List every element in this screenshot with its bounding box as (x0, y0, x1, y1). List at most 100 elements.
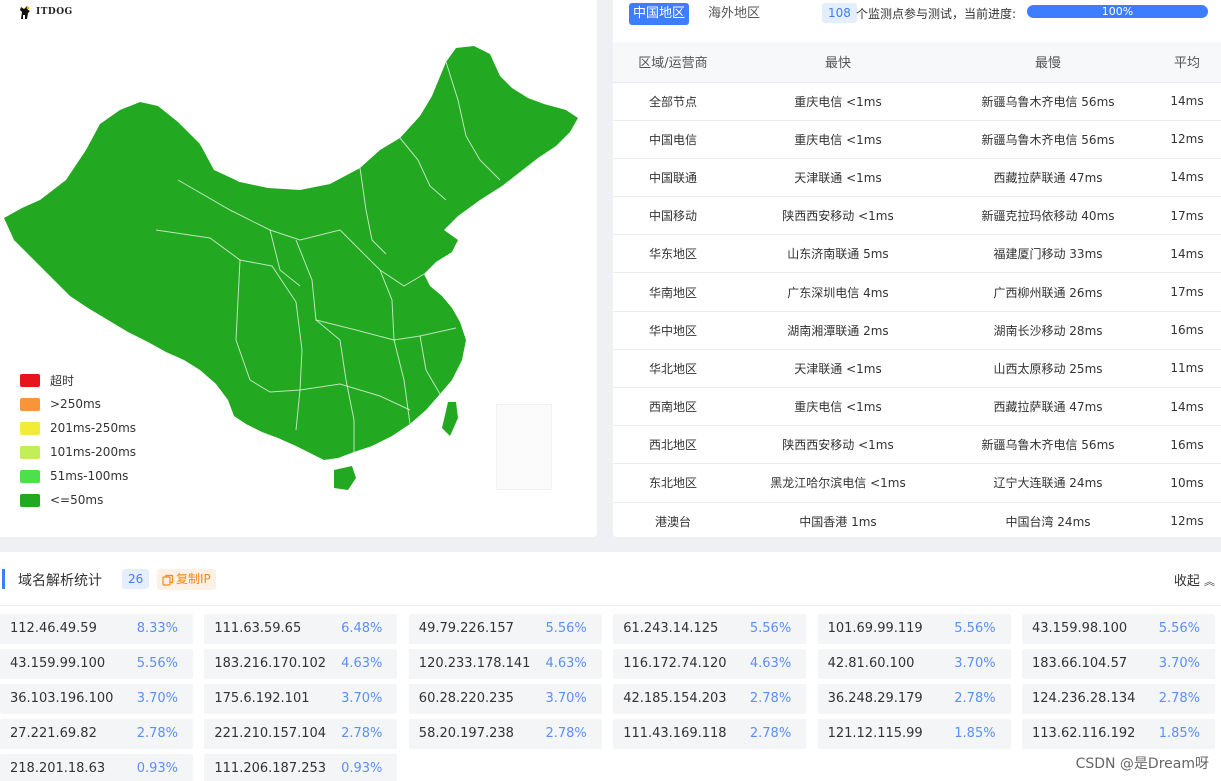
legend-item: 51ms-100ms (20, 464, 136, 488)
map-region-taiwan[interactable] (442, 402, 458, 436)
ip-item[interactable]: 183.216.170.102 4.63% (204, 649, 398, 679)
ip-address: 112.46.49.59 (10, 621, 97, 636)
ip-address: 27.221.69.82 (10, 726, 97, 741)
region-cell: 华南地区 (613, 272, 733, 312)
tab-china[interactable]: 中国地区 (629, 3, 690, 25)
table-row: 东北地区 黑龙江哈尔滨电信 <1ms 辽宁大连联通 24ms 10ms (613, 463, 1221, 503)
dns-count-badge: 26 (122, 569, 150, 589)
ip-percentage: 3.70% (341, 691, 383, 706)
ip-item[interactable]: 49.79.226.157 5.56% (408, 614, 602, 644)
ip-item[interactable]: 221.210.157.104 2.78% (204, 719, 398, 749)
region-cell: 中国移动 (613, 196, 733, 236)
ip-item[interactable]: 113.62.116.192 1.85% (1022, 719, 1215, 749)
table-row: 中国电信 重庆电信 <1ms 新疆乌鲁木齐电信 56ms 12ms (613, 120, 1221, 159)
logo: ITDOG (18, 4, 73, 20)
legend-item: 超时 (20, 368, 136, 392)
ip-address: 49.79.226.157 (418, 621, 514, 636)
fastest-cell: 重庆电信 <1ms (733, 387, 943, 427)
ip-percentage: 6.48% (341, 621, 383, 636)
section-accent-bar (2, 569, 5, 589)
monitor-progress-text: 个监测点参与测试，当前进度: (856, 7, 1017, 21)
ip-item[interactable]: 42.185.154.203 2.78% (613, 684, 807, 714)
ip-percentage: 5.56% (749, 621, 792, 636)
ip-address: 116.172.74.120 (623, 656, 727, 671)
ip-percentage: 2.78% (545, 726, 587, 741)
ip-address: 121.12.115.99 (827, 726, 923, 741)
ip-item[interactable]: 116.172.74.120 4.63% (613, 649, 807, 679)
legend-swatch (20, 397, 40, 411)
legend-swatch (20, 445, 40, 459)
ip-item[interactable]: 58.20.197.238 2.78% (408, 719, 602, 749)
region-cell: 中国电信 (613, 120, 733, 159)
legend-swatch (20, 421, 40, 435)
ip-percentage: 8.33% (136, 621, 178, 636)
ip-item[interactable]: 183.66.104.57 3.70% (1022, 649, 1215, 679)
slowest-cell: 西藏拉萨联通 47ms (943, 158, 1153, 198)
average-cell: 17ms (1153, 196, 1221, 236)
ip-percentage: 3.70% (136, 691, 178, 706)
average-cell: 14ms (1153, 82, 1221, 121)
ip-item[interactable]: 36.248.29.179 2.78% (817, 684, 1011, 714)
ip-address: 36.248.29.179 (827, 691, 923, 706)
map-panel: ITDOG 超时 >250ms 201ms-250ms 101ms-200ms … (0, 0, 597, 537)
logo-text: ITDOG (36, 7, 73, 17)
ip-item[interactable]: 111.63.59.65 6.48% (204, 614, 398, 644)
ip-address: 111.206.187.253 (214, 761, 327, 776)
ip-item[interactable]: 112.46.49.59 8.33% (0, 614, 193, 644)
ip-address: 42.81.60.100 (827, 656, 915, 671)
ip-item[interactable]: 111.206.187.253 0.93% (204, 754, 398, 781)
ip-item[interactable]: 111.43.169.118 2.78% (613, 719, 807, 749)
legend-label: 超时 (50, 373, 75, 388)
fastest-cell: 重庆电信 <1ms (733, 120, 943, 159)
table-row: 华北地区 天津联通 <1ms 山西太原移动 25ms 11ms (613, 349, 1221, 389)
ip-item[interactable]: 121.12.115.99 1.85% (817, 719, 1011, 749)
fastest-cell: 黑龙江哈尔滨电信 <1ms (733, 463, 943, 503)
copy-icon (162, 574, 174, 586)
average-cell: 17ms (1153, 272, 1221, 312)
average-cell: 14ms (1153, 387, 1221, 427)
ip-item[interactable]: 175.6.192.101 3.70% (204, 684, 398, 714)
ip-percentage: 5.56% (1158, 621, 1200, 636)
ip-item[interactable]: 43.159.98.100 5.56% (1022, 614, 1215, 644)
copy-ip-label: 复制IP (176, 572, 211, 586)
legend-swatch (20, 469, 40, 483)
stats-panel: 中国地区 海外地区 108 个监测点参与测试，当前进度: 100% 区域/运营商… (613, 0, 1221, 537)
region-cell: 华北地区 (613, 349, 733, 389)
ip-item[interactable]: 27.221.69.82 2.78% (0, 719, 193, 749)
ip-item[interactable]: 60.28.220.235 3.70% (408, 684, 602, 714)
ip-address: 111.43.169.118 (623, 726, 727, 741)
chevron-up-icon: ︽ (1204, 575, 1215, 588)
ip-address: 101.69.99.119 (827, 621, 923, 636)
ip-item[interactable]: 61.243.14.125 5.56% (613, 614, 807, 644)
fastest-cell: 山东济南联通 5ms (733, 234, 943, 274)
ip-address: 218.201.18.63 (10, 761, 106, 776)
ip-item[interactable]: 42.81.60.100 3.70% (817, 649, 1011, 679)
map-region-hainan[interactable] (334, 466, 356, 490)
ip-address: 124.236.28.134 (1032, 691, 1136, 706)
ip-item[interactable]: 36.103.196.100 3.70% (0, 684, 193, 714)
ip-item[interactable]: 120.233.178.141 4.63% (408, 649, 602, 679)
ip-percentage: 2.78% (136, 726, 178, 741)
ip-percentage: 2.78% (749, 691, 792, 706)
slowest-cell: 中国台湾 24ms (943, 502, 1153, 537)
collapse-button[interactable]: 收起 ︽ (1174, 570, 1215, 589)
ip-item[interactable]: 101.69.99.119 5.56% (817, 614, 1011, 644)
region-cell: 全部节点 (613, 82, 733, 121)
copy-ip-button[interactable]: 复制IP (157, 569, 216, 590)
ip-item[interactable]: 218.201.18.63 0.93% (0, 754, 193, 781)
tab-overseas[interactable]: 海外地区 (704, 3, 764, 25)
average-cell: 16ms (1153, 311, 1221, 350)
ip-address: 36.103.196.100 (10, 691, 114, 706)
legend-item: 201ms-250ms (20, 416, 136, 440)
ip-address: 61.243.14.125 (623, 621, 719, 636)
average-cell: 16ms (1153, 425, 1221, 465)
slowest-cell: 新疆乌鲁木齐电信 56ms (943, 120, 1153, 159)
slowest-cell: 西藏拉萨联通 47ms (943, 387, 1153, 427)
ip-item[interactable]: 124.236.28.134 2.78% (1022, 684, 1215, 714)
ip-percentage: 5.56% (545, 621, 587, 636)
ip-item[interactable]: 43.159.99.100 5.56% (0, 649, 193, 679)
ip-address: 60.28.220.235 (418, 691, 514, 706)
average-cell: 10ms (1153, 463, 1221, 503)
ip-percentage: 1.85% (954, 726, 996, 741)
south-china-sea-inset (496, 404, 552, 490)
